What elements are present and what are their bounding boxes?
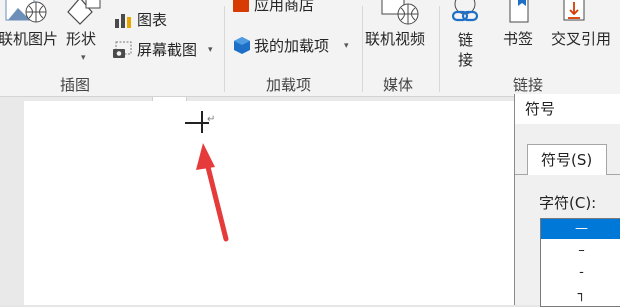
shapes-icon bbox=[67, 0, 101, 25]
cross-reference-label: 交叉引用 bbox=[551, 30, 612, 48]
characters-list[interactable]: — – - ┐ bbox=[540, 218, 620, 307]
group-separator bbox=[439, 6, 440, 92]
my-addins-icon bbox=[234, 37, 250, 54]
tab-symbols-label: 符号(S) bbox=[541, 151, 593, 169]
my-addins-button[interactable]: 我的加载项 ▾ bbox=[230, 35, 356, 57]
list-item[interactable]: — bbox=[541, 219, 620, 239]
list-item[interactable]: - bbox=[541, 263, 620, 283]
store-label: 应用商店 bbox=[254, 0, 315, 14]
cross-reference-icon bbox=[563, 0, 585, 21]
my-addins-dropdown-icon: ▾ bbox=[344, 41, 349, 51]
store-icon bbox=[233, 0, 249, 12]
online-pictures-label: 联机图片 bbox=[0, 30, 59, 48]
addins-group-label: 加载项 bbox=[266, 76, 312, 94]
cross-reference-button[interactable]: 交叉引用 bbox=[548, 0, 620, 70]
link-icon bbox=[451, 0, 479, 22]
tab-symbols[interactable]: 符号(S) bbox=[527, 144, 607, 175]
online-pictures-button[interactable]: 联机图片 bbox=[0, 0, 58, 70]
document-page[interactable]: ↵ bbox=[24, 101, 524, 305]
list-item[interactable]: – bbox=[541, 241, 620, 261]
inserted-dash bbox=[185, 122, 209, 124]
bookmark-icon bbox=[509, 0, 529, 23]
links-group-label: 链接 bbox=[513, 76, 544, 94]
screenshot-button[interactable]: 屏幕截图 ▾ bbox=[112, 38, 220, 62]
dialog-title: 符号 bbox=[525, 100, 556, 118]
list-item[interactable]: ┐ bbox=[541, 285, 620, 305]
shapes-label: 形状 bbox=[66, 30, 97, 48]
symbol-dialog: 符号 符号(S) 字符(C): — – - ┐ bbox=[514, 94, 620, 307]
media-group-label: 媒体 bbox=[383, 76, 414, 94]
online-video-label: 联机视频 bbox=[365, 30, 426, 48]
shapes-dropdown-icon: ▾ bbox=[81, 53, 86, 63]
shapes-button[interactable]: 形状 ▾ bbox=[62, 0, 104, 70]
online-video-icon bbox=[381, 0, 419, 25]
paragraph-mark: ↵ bbox=[207, 114, 216, 125]
annotation-arrow bbox=[196, 143, 229, 242]
screenshot-icon bbox=[113, 41, 132, 58]
link-button[interactable]: 链接 bbox=[448, 0, 488, 72]
bookmark-label: 书签 bbox=[503, 30, 534, 48]
chart-icon bbox=[115, 14, 131, 28]
group-separator bbox=[224, 6, 225, 92]
text-cursor bbox=[201, 111, 203, 133]
link-label: 链接 bbox=[458, 31, 474, 69]
chart-label: 图表 bbox=[137, 11, 168, 29]
ribbon: 联机图片 形状 ▾ 图表 屏幕截图 ▾ 插图 应用商店 我的加载项 ▾ 加载项 … bbox=[0, 0, 620, 97]
screenshot-label: 屏幕截图 bbox=[137, 41, 198, 59]
illustrations-group-label: 插图 bbox=[60, 76, 91, 94]
online-video-button[interactable]: 联机视频 bbox=[365, 0, 436, 70]
dialog-titlebar[interactable]: 符号 bbox=[515, 94, 620, 124]
chart-button[interactable]: 图表 bbox=[112, 9, 182, 31]
online-pictures-icon bbox=[5, 0, 47, 23]
group-separator bbox=[362, 6, 363, 92]
store-button[interactable]: 应用商店 bbox=[230, 0, 330, 20]
characters-label: 字符(C): bbox=[539, 194, 597, 212]
screenshot-dropdown-icon: ▾ bbox=[208, 45, 213, 55]
bookmark-button[interactable]: 书签 bbox=[500, 0, 540, 70]
my-addins-label: 我的加载项 bbox=[254, 37, 330, 55]
